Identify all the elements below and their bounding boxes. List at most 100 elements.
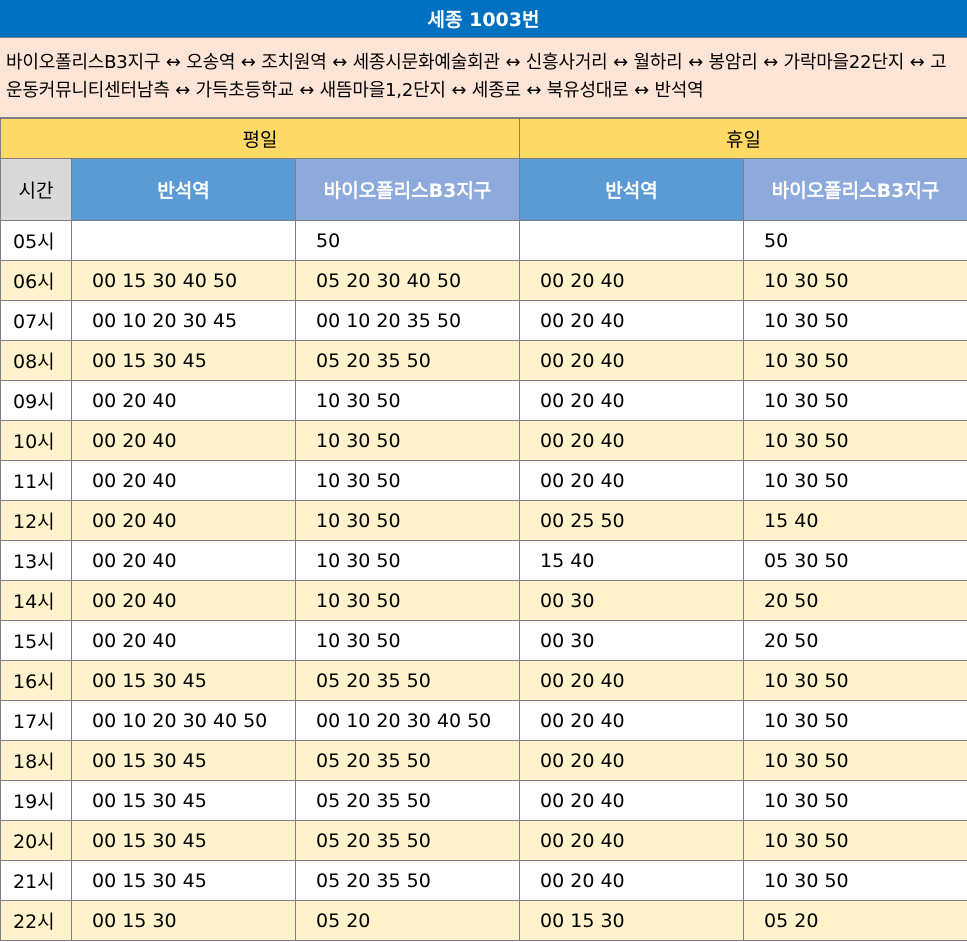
holiday-stop-b-times: 10 30 50 [743,660,967,701]
table-row: 21시 00 15 30 45 05 20 35 50 00 20 40 10 30 5… [0,860,967,901]
holiday-stop-a-times: 00 20 40 [519,340,745,381]
table-row: 12시 00 20 40 10 30 50 00 25 50 15 40 [0,500,967,541]
period-weekday: 평일 [0,118,521,159]
table-row: 09시 00 20 40 10 30 50 00 20 40 10 30 50 [0,380,967,421]
weekday-stop-a-times: 00 15 30 45 [71,860,296,901]
weekday-stop-b-times: 10 30 50 [294,420,521,461]
holiday-stop-b-times: 05 20 [743,900,967,941]
holiday-stop-b-times: 10 30 50 [743,860,967,901]
table-row: 16시 00 15 30 45 05 20 35 50 00 20 40 10 30 5… [0,660,967,701]
weekday-stop-a-times: 00 15 30 40 50 [71,260,296,301]
hour-cell: 05시 [0,220,72,261]
weekday-stop-a-times: 00 20 40 [71,540,296,581]
time-column-header: 시간 [0,158,72,221]
holiday-stop-a-times: 00 20 40 [519,700,745,741]
hour-cell: 19시 [0,780,72,821]
holiday-stop-a-times: 00 20 40 [519,740,745,781]
table-row: 13시 00 20 40 10 30 50 15 40 05 30 50 [0,540,967,581]
weekday-stop-a-times: 00 20 40 [71,420,296,461]
period-header-row: 평일 휴일 [0,118,967,159]
weekday-stop-a-times: 00 20 40 [71,380,296,421]
holiday-stop-a-times: 00 20 40 [519,820,745,861]
holiday-stop-a-times: 00 20 40 [519,660,745,701]
weekday-stop-a-times: 00 10 20 30 40 50 [71,700,296,741]
weekday-stop-a-times: 00 15 30 [71,900,296,941]
weekday-stop-b-times: 05 20 35 50 [294,340,521,381]
weekday-stop-b-times: 05 20 [294,900,521,941]
weekday-stop-a-times: 00 15 30 45 [71,740,296,781]
weekday-stop-a-times: 00 20 40 [71,620,296,661]
hour-cell: 18시 [0,740,72,781]
table-row: 17시 00 10 20 30 40 50 00 10 20 30 40 50 00 … [0,700,967,741]
holiday-stop-a-times: 00 30 [519,620,745,661]
hour-cell: 09시 [0,380,72,421]
holiday-stop-b-times: 05 30 50 [743,540,967,581]
hour-cell: 13시 [0,540,72,581]
weekday-stop-b-times: 50 [294,220,521,261]
hour-cell: 06시 [0,260,72,301]
page-title: 세종 1003번 [0,0,967,38]
weekday-stop-a-times: 00 20 40 [71,460,296,501]
hour-cell: 20시 [0,820,72,861]
weekday-stop-b-times: 05 20 35 50 [294,860,521,901]
weekday-stop-b-times: 05 20 35 50 [294,740,521,781]
table-row: 15시 00 20 40 10 30 50 00 30 20 50 [0,620,967,661]
hour-cell: 17시 [0,700,72,741]
weekday-stop-a-times [71,220,296,261]
holiday-stop-a-times: 00 20 40 [519,860,745,901]
holiday-stop-a-header: 반석역 [519,158,745,221]
hour-cell: 16시 [0,660,72,701]
holiday-stop-b-times: 10 30 50 [743,380,967,421]
table-row: 05시 50 50 [0,220,967,261]
weekday-stop-a-header: 반석역 [71,158,296,221]
weekday-stop-b-times: 10 30 50 [294,540,521,581]
table-row: 20시 00 15 30 45 05 20 35 50 00 20 40 10 30 5… [0,820,967,861]
holiday-stop-b-times: 10 30 50 [743,780,967,821]
weekday-stop-a-times: 00 15 30 45 [71,780,296,821]
table-row: 11시 00 20 40 10 30 50 00 20 40 10 30 50 [0,460,967,501]
holiday-stop-b-times: 10 30 50 [743,820,967,861]
period-holiday: 휴일 [519,118,967,159]
weekday-stop-a-times: 00 10 20 30 45 [71,300,296,341]
timetable: 평일 휴일 시간 반석역 바이오폴리스B3지구 반석역 바이오폴리스B3지구 0… [0,118,967,941]
weekday-stop-b-times: 00 10 20 30 40 50 [294,700,521,741]
hour-cell: 08시 [0,340,72,381]
weekday-stop-b-times: 10 30 50 [294,460,521,501]
holiday-stop-b-times: 10 30 50 [743,260,967,301]
weekday-stop-b-header: 바이오폴리스B3지구 [294,158,521,221]
weekday-stop-b-times: 05 20 35 50 [294,660,521,701]
holiday-stop-a-times: 00 20 40 [519,300,745,341]
route-description: 바이오폴리스B3지구 ↔ 오송역 ↔ 조치원역 ↔ 세종시문화예술회관 ↔ 신흥… [0,38,967,118]
weekday-stop-b-times: 05 20 30 40 50 [294,260,521,301]
holiday-stop-b-times: 20 50 [743,620,967,661]
holiday-stop-a-times: 00 20 40 [519,380,745,421]
hour-cell: 21시 [0,860,72,901]
holiday-stop-a-times: 00 20 40 [519,460,745,501]
hour-cell: 11시 [0,460,72,501]
weekday-stop-a-times: 00 15 30 45 [71,820,296,861]
holiday-stop-b-times: 15 40 [743,500,967,541]
holiday-stop-b-times: 20 50 [743,580,967,621]
holiday-stop-a-times: 15 40 [519,540,745,581]
hour-cell: 22시 [0,900,72,941]
hour-cell: 10시 [0,420,72,461]
column-header-row: 시간 반석역 바이오폴리스B3지구 반석역 바이오폴리스B3지구 [0,158,967,221]
weekday-stop-b-times: 10 30 50 [294,500,521,541]
weekday-stop-b-times: 10 30 50 [294,380,521,421]
hour-cell: 14시 [0,580,72,621]
holiday-stop-b-header: 바이오폴리스B3지구 [743,158,967,221]
table-row: 14시 00 20 40 10 30 50 00 30 20 50 [0,580,967,621]
holiday-stop-b-times: 10 30 50 [743,460,967,501]
holiday-stop-a-times: 00 30 [519,580,745,621]
holiday-stop-b-times: 10 30 50 [743,700,967,741]
hour-cell: 12시 [0,500,72,541]
weekday-stop-a-times: 00 20 40 [71,500,296,541]
table-row: 19시 00 15 30 45 05 20 35 50 00 20 40 10 30 5… [0,780,967,821]
table-row: 07시 00 10 20 30 45 00 10 20 35 50 00 20 40 1… [0,300,967,341]
table-row: 06시 00 15 30 40 50 05 20 30 40 50 00 20 40 1… [0,260,967,301]
holiday-stop-a-times: 00 15 30 [519,900,745,941]
weekday-stop-b-times: 05 20 35 50 [294,780,521,821]
weekday-stop-a-times: 00 20 40 [71,580,296,621]
holiday-stop-b-times: 10 30 50 [743,420,967,461]
holiday-stop-b-times: 10 30 50 [743,340,967,381]
